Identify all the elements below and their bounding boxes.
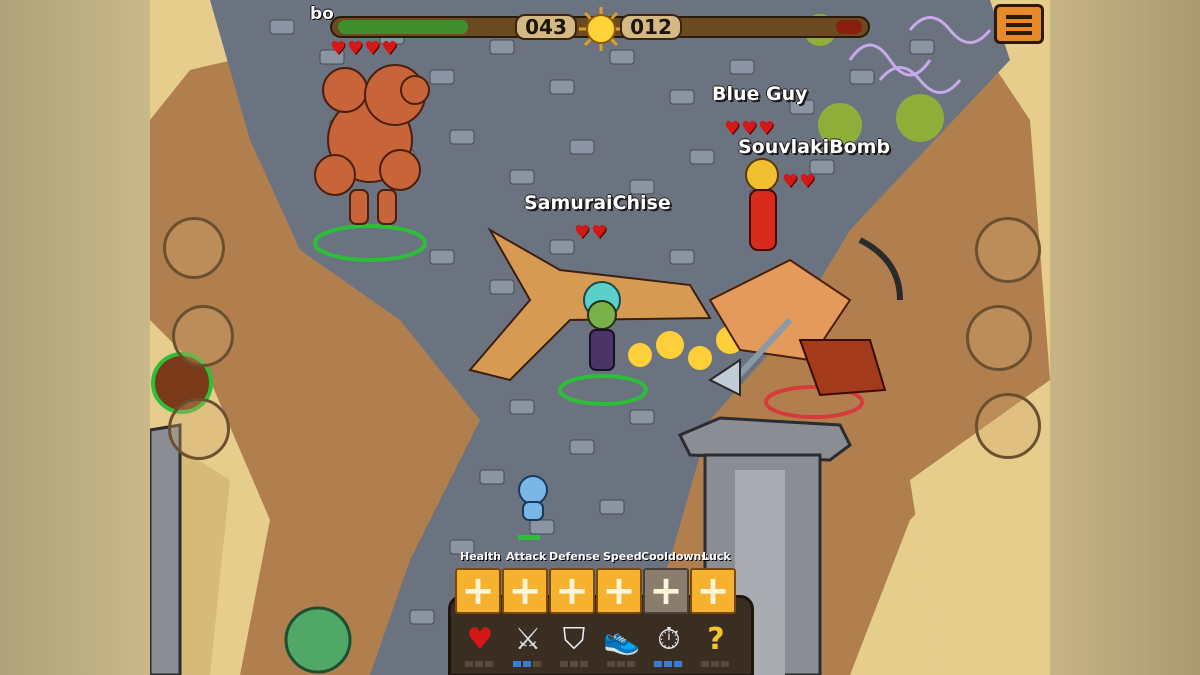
level-pip: [701, 661, 709, 667]
stat-label-speed: Speed: [603, 550, 642, 563]
level-pip: [513, 661, 521, 667]
level-pip: [721, 661, 729, 667]
ability-slot-right-3[interactable]: [975, 393, 1041, 459]
score-bar: 043 012: [330, 7, 870, 51]
heart-icon: ♥: [466, 622, 494, 657]
level-pip: [465, 661, 473, 667]
player-avatar-icon[interactable]: [286, 608, 350, 672]
team-right-score: 012: [620, 14, 682, 40]
level-pip: [475, 661, 483, 667]
plus-icon: +: [696, 568, 730, 614]
level-pip: [654, 661, 662, 667]
team-right-fill: [836, 20, 862, 34]
plus-icon: +: [508, 568, 542, 614]
player-hearts: ♥♥: [574, 222, 609, 243]
ability-slot-left-1[interactable]: [163, 217, 225, 279]
mystery-gift-icon: ?: [707, 622, 725, 657]
level-pip: [674, 661, 682, 667]
dragon-avatar-icon[interactable]: [153, 354, 213, 414]
player-name: SamuraiChise: [524, 192, 671, 214]
stopwatch-icon: ⏱: [657, 622, 681, 657]
level-pips-luck: [701, 661, 729, 667]
level-pip: [533, 661, 541, 667]
level-pips-speed: [607, 661, 635, 667]
level-pips-defense: [560, 661, 588, 667]
stat-label-defense: Defense: [549, 550, 600, 563]
level-pip: [664, 661, 672, 667]
upgrade-luck-button[interactable]: +: [690, 568, 736, 614]
level-pip: [560, 661, 568, 667]
ability-slot-right-2[interactable]: [966, 305, 1032, 371]
sword-icon: ⚔: [514, 622, 542, 657]
plus-icon: +: [649, 568, 683, 614]
upgrade-defense-button[interactable]: +: [549, 568, 595, 614]
player-name: SouvlakiBomb: [738, 136, 891, 158]
ability-slot-right-1[interactable]: [975, 217, 1041, 283]
menu-icon-line: [1006, 23, 1032, 27]
menu-button[interactable]: [994, 4, 1044, 44]
right-letterbox: [1050, 0, 1200, 675]
upgrade-speed-button[interactable]: +: [596, 568, 642, 614]
stat-label-attack: Attack: [506, 550, 547, 563]
left-letterbox: [0, 0, 150, 675]
player-hearts: ♥♥: [782, 171, 817, 192]
menu-icon-line: [1006, 31, 1032, 35]
level-pip: [523, 661, 531, 667]
plus-icon: +: [461, 568, 495, 614]
plus-icon: +: [555, 568, 589, 614]
level-pip: [711, 661, 719, 667]
level-pip: [607, 661, 615, 667]
upgrade-cooldowns-button[interactable]: +: [643, 568, 689, 614]
menu-icon: [1006, 15, 1032, 19]
stat-label-luck: Luck: [702, 550, 731, 563]
upgrade-attack-button[interactable]: +: [502, 568, 548, 614]
level-pips-health: [465, 661, 493, 667]
upgrade-row: + + + + + +: [455, 568, 739, 616]
boot-icon: 👟: [603, 622, 641, 657]
level-pip: [570, 661, 578, 667]
level-pips-attack: [513, 661, 541, 667]
stat-label-health: Health: [460, 550, 501, 563]
upgrade-health-button[interactable]: +: [455, 568, 501, 614]
team-left-fill: [338, 20, 468, 34]
game-viewport[interactable]: bo ♥♥♥♥ 043 012 Blue Guy ♥♥♥ SouvlakiBom…: [150, 0, 1050, 675]
level-pip: [627, 661, 635, 667]
level-pip: [617, 661, 625, 667]
level-pip: [580, 661, 588, 667]
level-pips-cooldowns: [654, 661, 682, 667]
team-left-score: 043: [515, 14, 577, 40]
shield-icon: ⛉: [562, 622, 586, 657]
plus-icon: +: [602, 568, 636, 614]
level-pip: [485, 661, 493, 667]
sun-icon: [579, 7, 623, 51]
stat-label-cooldowns: Cooldowns: [641, 550, 708, 563]
player-name: Blue Guy: [712, 83, 808, 105]
